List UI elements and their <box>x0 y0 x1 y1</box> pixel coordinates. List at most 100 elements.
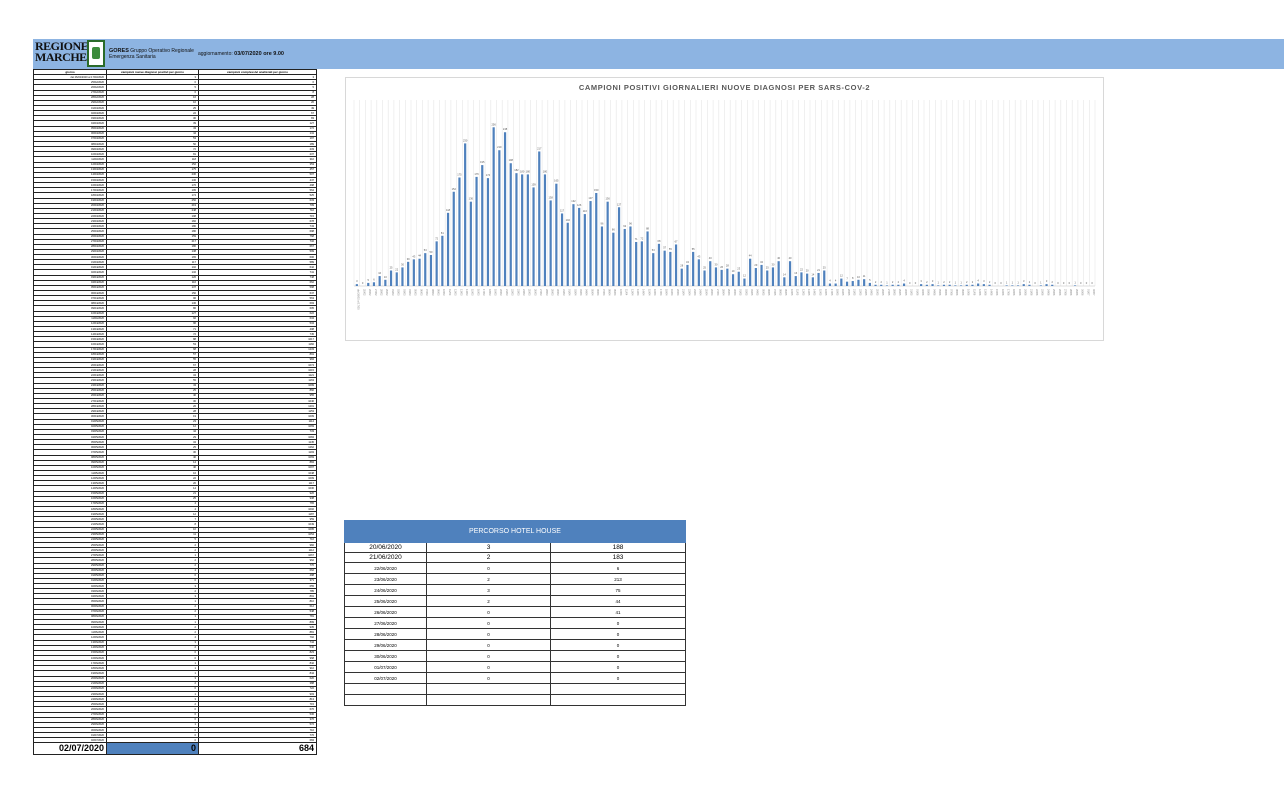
chart-tick-label: 27/05 <box>887 289 891 296</box>
hotel-table-title: PERCORSO HOTEL HOUSE <box>343 520 687 543</box>
chart-tick-label: 25/03 <box>528 289 532 296</box>
chart-bar <box>606 201 609 286</box>
chart-bar <box>817 272 820 286</box>
chart-bar <box>749 258 752 286</box>
chart-data-label: 2 <box>892 280 894 284</box>
chart-bar <box>401 267 404 286</box>
hotel-positive: 0 <box>426 606 551 618</box>
chart-data-label: 4 <box>903 279 905 283</box>
chart-tick-label: 02/06 <box>921 289 925 296</box>
hotel-samples: 0 <box>549 650 687 662</box>
chart-data-label: 180 <box>543 169 548 173</box>
chart-bar <box>1022 284 1025 286</box>
chart-bar <box>498 150 501 286</box>
hotel-house-table: PERCORSO HOTEL HOUSE 20/06/2020 3 188 21/06… <box>343 520 687 706</box>
chart-tick-label: 22/05 <box>858 289 862 296</box>
chart-tick-label: 06/06 <box>944 289 948 296</box>
chart-tick-label: 13/04 <box>636 289 640 296</box>
chart-tick-label: 09/03 <box>436 289 440 296</box>
chart-tick-label: 28/05 <box>892 289 896 296</box>
chart-tick-label: 02/07 <box>1092 289 1096 296</box>
chart-data-label: 81 <box>441 231 444 235</box>
chart-tick-label: 06/05 <box>767 289 771 296</box>
hotel-positive: 2 <box>426 595 551 607</box>
hotel-date: 29/06/2020 <box>344 639 427 651</box>
chart-data-label: 19 <box>732 269 735 273</box>
chart-bar <box>948 284 951 286</box>
chart-data-label: 136 <box>469 197 474 201</box>
chart-bar <box>503 132 507 286</box>
chart-tick-label: 18/05 <box>835 289 839 296</box>
hotel-date: 01/07/2020 <box>344 661 427 673</box>
chart-tick-label: 07/06 <box>949 289 953 296</box>
chart-data-label: 1 <box>1012 280 1014 284</box>
hotel-samples: 0 <box>549 639 687 651</box>
hotel-samples: 75 <box>549 584 687 596</box>
total-positive: 0 <box>106 742 199 756</box>
chart-tick-label: 17/06 <box>1006 289 1010 296</box>
chart-data-label: 0 <box>915 281 917 285</box>
chart-tick-label: 05/03 <box>414 289 418 296</box>
chart-data-label: 2 <box>989 280 991 284</box>
chart-tick-label: 31/03 <box>562 289 566 296</box>
chart-bar <box>429 255 433 286</box>
chart-bar <box>441 235 444 286</box>
hotel-positive: 0 <box>426 672 551 684</box>
chart-bar <box>692 251 695 286</box>
chart-tick-label: 23/03 <box>516 289 520 296</box>
chart-tick-label: 28/03 <box>545 289 549 296</box>
chart-tick-label: 07/04 <box>602 289 606 296</box>
chart-bar <box>982 284 985 286</box>
chart-bar <box>1039 285 1042 286</box>
chart-tick-label: 14/05 <box>813 289 817 296</box>
hotel-row <box>344 694 687 706</box>
chart-tick-label: 01/06 <box>915 289 919 296</box>
chart-bar <box>617 207 621 286</box>
chart-bar <box>509 163 512 286</box>
chart-tick-label: 16/03 <box>476 289 480 296</box>
chart-data-label: 1 <box>886 280 888 284</box>
logo-line-2: MARCHE <box>35 50 87 64</box>
chart-tick-label: 24/04 <box>699 289 703 296</box>
chart-data-label: 165 <box>554 179 559 183</box>
chart-data-label: 44 <box>418 254 421 258</box>
hotel-date: 23/06/2020 <box>344 573 427 585</box>
hotel-row: 20/06/2020 3 188 <box>344 542 687 553</box>
chart-bar <box>743 278 746 286</box>
hotel-samples: 213 <box>549 573 687 585</box>
chart-bar <box>452 191 455 286</box>
chart-tick-label: 30/03 <box>556 289 560 296</box>
chart-tick-label: 15/03 <box>471 289 475 296</box>
chart-data-label: 2 <box>1052 280 1054 284</box>
update-label: aggiornamento: <box>198 51 233 57</box>
chart-data-label: 137 <box>588 196 593 200</box>
chart-bar <box>857 279 860 286</box>
hotel-samples: 0 <box>549 628 687 640</box>
chart-bar <box>703 270 706 286</box>
chart-data-label: 25 <box>703 266 706 270</box>
hotel-row: 23/06/2020 2 213 <box>344 573 687 585</box>
chart-data-label: 72 <box>435 236 438 240</box>
chart-bar <box>395 272 398 286</box>
chart-bar <box>566 222 569 286</box>
hotel-date: 26/06/2020 <box>344 606 427 618</box>
chart-tick-label: 26/02 <box>368 289 372 296</box>
chart-bar <box>937 285 940 286</box>
chart-tick-label: 02/03 <box>397 289 401 296</box>
chart-bar <box>828 283 832 286</box>
chart-bar <box>754 268 757 286</box>
total-samples: 684 <box>198 742 317 756</box>
chart-tick-label: 15/04 <box>647 289 651 296</box>
chart-data-label: 1 <box>1074 280 1076 284</box>
chart-tick-label: 16/06 <box>1001 289 1005 296</box>
chart-tick-label: 27/04 <box>716 289 720 296</box>
chart-tick-label: 04/06 <box>932 289 936 296</box>
chart-tick-label: 03/05 <box>750 289 754 296</box>
chart-tick-label: 24/05 <box>870 289 874 296</box>
chart-data-label: 0 <box>1057 281 1059 285</box>
chart-tick-label: 19/04 <box>670 289 674 296</box>
chart-tick-label: 05/04 <box>590 289 594 296</box>
hotel-row: 28/06/2020 0 0 <box>344 628 687 640</box>
chart-tick-label: 15/05 <box>818 289 822 296</box>
chart-data-label: 217 <box>537 146 542 150</box>
